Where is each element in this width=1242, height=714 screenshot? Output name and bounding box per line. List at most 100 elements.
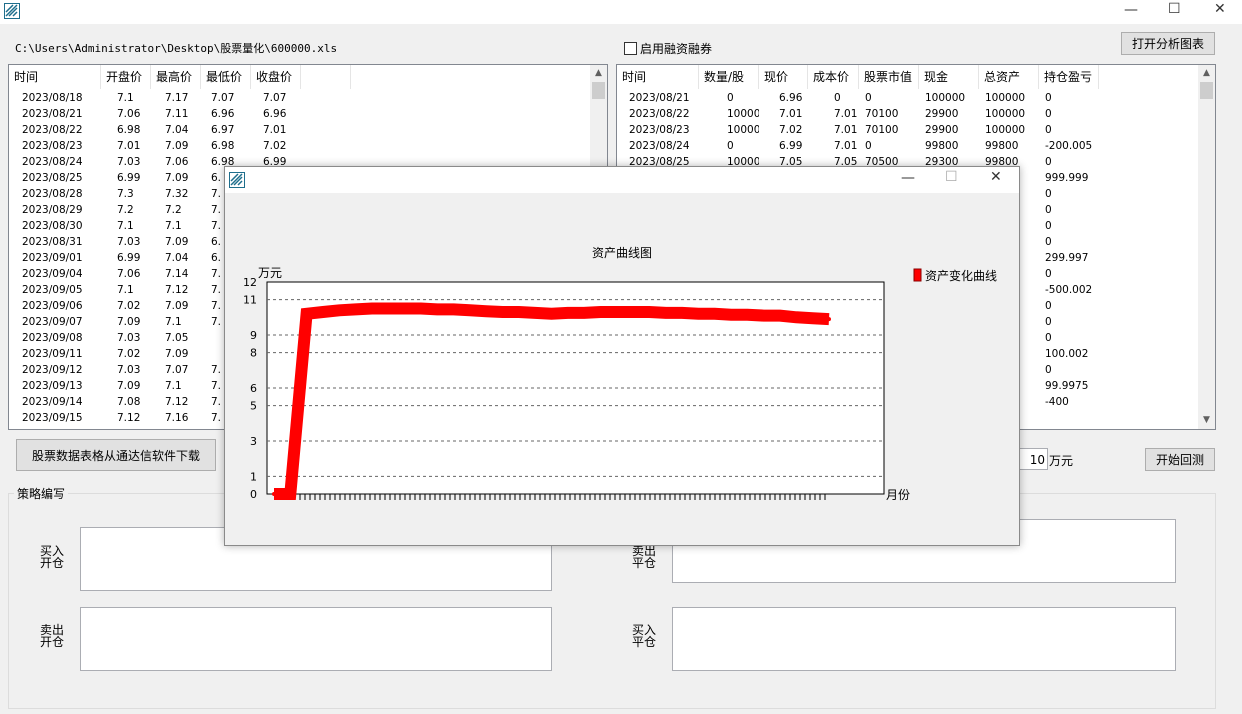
data-point bbox=[533, 310, 538, 315]
checkbox-box-icon[interactable] bbox=[624, 42, 637, 55]
table-cell: 2023/09/07 bbox=[22, 316, 83, 328]
column-header[interactable]: 总资产 bbox=[979, 65, 1039, 89]
sell-open-label: 卖出开仓 bbox=[39, 623, 64, 649]
data-point bbox=[827, 317, 831, 322]
data-point bbox=[565, 310, 570, 315]
table-cell: 2023/08/30 bbox=[22, 220, 83, 232]
file-path-label: C:\Users\Administrator\Desktop\股票量化\6000… bbox=[15, 42, 338, 55]
maximize-button[interactable]: ☐ bbox=[1168, 1, 1181, 17]
table-cell: 10000 bbox=[727, 124, 759, 136]
scroll-up-icon[interactable]: ▲ bbox=[1198, 65, 1215, 82]
table-cell: 6.98 bbox=[211, 140, 235, 152]
column-header[interactable]: 最高价 bbox=[151, 65, 201, 89]
table-cell: 7.01 bbox=[117, 140, 141, 152]
table-cell: 100000 bbox=[985, 92, 1026, 104]
table-row[interactable]: 2023/08/21 0 6.96 0 0 100000 100000 0 bbox=[617, 90, 1099, 106]
column-header[interactable]: 成本价 bbox=[808, 65, 859, 89]
table-cell: 7.1 bbox=[165, 220, 182, 232]
chart-window[interactable]: — ☐ ✕ 0 1 3 5 6 8 9 11 12 资产曲线图 万元 月份 资产变化曲线 bbox=[224, 166, 1020, 546]
scroll-up-icon[interactable]: ▲ bbox=[590, 65, 607, 82]
column-header[interactable]: 股票市值 bbox=[859, 65, 919, 89]
table-cell: 7.09 bbox=[165, 300, 189, 312]
table-cell: 6.99 bbox=[117, 172, 141, 184]
table-row[interactable]: 2023/08/23 10000 7.02 7.01 70100 29900 100000 0 bbox=[617, 122, 1099, 138]
table-cell: 7.03 bbox=[117, 156, 141, 168]
table-cell: 6.96 bbox=[263, 108, 287, 120]
column-header[interactable]: 收盘价 bbox=[251, 65, 301, 89]
chart-title: 资产曲线图 bbox=[592, 246, 652, 260]
column-header[interactable]: 持仓盈亏 bbox=[1039, 65, 1099, 89]
table-cell: 7.1 bbox=[117, 284, 134, 296]
table-cell: 2023/09/01 bbox=[22, 252, 83, 264]
table-cell: 7.12 bbox=[165, 396, 189, 408]
close-button[interactable]: ✕ bbox=[1214, 1, 1226, 17]
table-cell: 7.01 bbox=[263, 124, 287, 136]
start-backtest-button[interactable]: 开始回测 bbox=[1145, 448, 1215, 471]
table-cell: 2023/08/21 bbox=[629, 92, 690, 104]
table-cell: 2023/08/23 bbox=[22, 140, 83, 152]
table-cell: 2023/09/11 bbox=[22, 348, 83, 360]
close-button[interactable]: ✕ bbox=[990, 169, 1002, 185]
table-row[interactable]: 2023/08/24 0 6.99 7.01 0 99800 99800 -200.005 bbox=[617, 138, 1099, 154]
table-cell: 999.999 bbox=[1045, 172, 1089, 184]
table-row[interactable]: 2023/08/22 6.98 7.04 6.97 7.01 bbox=[9, 122, 301, 138]
table-cell: 2023/09/05 bbox=[22, 284, 83, 296]
table-cell: 0 bbox=[1045, 364, 1052, 376]
table-row[interactable]: 2023/08/22 10000 7.01 7.01 70100 29900 100000 0 bbox=[617, 106, 1099, 122]
data-point bbox=[500, 310, 505, 315]
table-cell: 7.09 bbox=[165, 172, 189, 184]
column-header[interactable]: 最低价 bbox=[201, 65, 251, 89]
table-cell: 2023/09/14 bbox=[22, 396, 83, 408]
buy-close-textbox[interactable] bbox=[672, 607, 1176, 671]
capital-unit-label: 万元 bbox=[1049, 454, 1074, 468]
minimize-button[interactable]: — bbox=[901, 170, 915, 186]
column-header[interactable]: 时间 bbox=[9, 65, 101, 89]
legend-swatch bbox=[913, 268, 922, 282]
table-cell: 70100 bbox=[865, 108, 899, 120]
column-header[interactable]: 开盘价 bbox=[101, 65, 151, 89]
margin-checkbox[interactable]: 启用融资融券 bbox=[624, 40, 712, 57]
table-cell: 7.01 bbox=[779, 108, 803, 120]
table-cell: 7.09 bbox=[165, 140, 189, 152]
column-header[interactable]: 时间 bbox=[617, 65, 699, 89]
download-button[interactable]: 股票数据表格从通达信软件下载 bbox=[16, 439, 216, 471]
column-header[interactable]: 现金 bbox=[919, 65, 979, 89]
table-row[interactable]: 2023/08/18 7.1 7.17 7.07 7.07 bbox=[9, 90, 301, 106]
data-point bbox=[386, 306, 391, 311]
asset-table-header: 时间 数量/股 现价 成本价 股票市值 现金 总资产 持仓盈亏 bbox=[617, 65, 1099, 89]
vertical-scrollbar[interactable]: ▲ ▼ bbox=[1198, 65, 1215, 429]
minimize-button[interactable]: — bbox=[1124, 2, 1138, 18]
strategy-group-label: 策略编写 bbox=[14, 485, 69, 502]
table-cell: 7.08 bbox=[117, 396, 141, 408]
table-cell: 2023/09/12 bbox=[22, 364, 83, 376]
column-header[interactable]: 数量/股 bbox=[699, 65, 759, 89]
sell-open-textbox[interactable] bbox=[80, 607, 552, 671]
table-cell: 0 bbox=[1045, 92, 1052, 104]
table-cell: 2023/09/04 bbox=[22, 268, 83, 280]
table-cell: 6.96 bbox=[211, 108, 235, 120]
scroll-thumb[interactable] bbox=[592, 82, 605, 99]
open-chart-button[interactable]: 打开分析图表 bbox=[1121, 32, 1215, 55]
table-cell: 99800 bbox=[985, 140, 1019, 152]
data-point bbox=[794, 315, 799, 320]
table-cell: 0 bbox=[1045, 108, 1052, 120]
table-row[interactable]: 2023/08/21 7.06 7.11 6.96 6.96 bbox=[9, 106, 301, 122]
capital-input[interactable]: 10 bbox=[1018, 448, 1048, 470]
y-tick-label: 11 bbox=[243, 294, 257, 307]
table-cell: 2023/09/06 bbox=[22, 300, 83, 312]
data-point bbox=[418, 306, 423, 311]
data-point bbox=[810, 316, 815, 321]
scroll-down-icon[interactable]: ▼ bbox=[1198, 412, 1215, 429]
maximize-button[interactable]: ☐ bbox=[945, 169, 958, 185]
y-axis-label: 万元 bbox=[258, 266, 282, 280]
table-cell: 2023/08/29 bbox=[22, 204, 83, 216]
data-point bbox=[337, 308, 342, 313]
table-row[interactable]: 2023/08/23 7.01 7.09 6.98 7.02 bbox=[9, 138, 301, 154]
table-cell: 2023/08/24 bbox=[629, 140, 690, 152]
data-point bbox=[647, 310, 652, 315]
table-cell: 0 bbox=[1045, 300, 1052, 312]
table-cell: 7.02 bbox=[117, 348, 141, 360]
table-cell: 7.1 bbox=[165, 380, 182, 392]
column-header[interactable]: 现价 bbox=[759, 65, 808, 89]
scroll-thumb[interactable] bbox=[1200, 82, 1213, 99]
